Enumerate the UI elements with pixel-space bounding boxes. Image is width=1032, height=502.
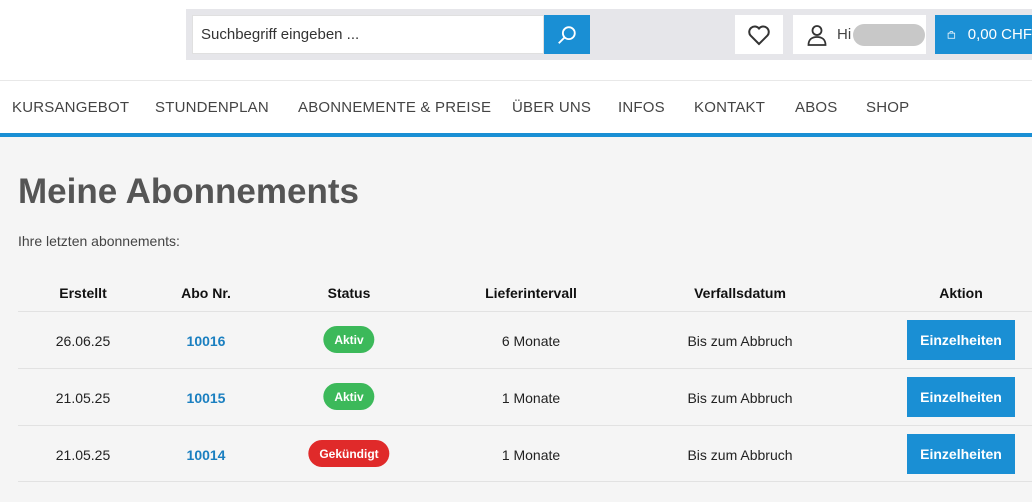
cell-expiry: Bis zum Abbruch <box>687 390 793 406</box>
column-header-lieferintervall: Lieferintervall <box>485 285 577 301</box>
abo-number-link[interactable]: 10014 <box>187 447 226 463</box>
site-header: Hi 0,00 CHF <box>0 0 1032 80</box>
search-button[interactable] <box>544 15 590 54</box>
cell-expiry: Bis zum Abbruch <box>687 447 793 463</box>
account-button[interactable]: Hi <box>793 15 926 54</box>
status-badge: Gekündigt <box>308 440 390 467</box>
cell-interval: 1 Monate <box>501 447 561 463</box>
cart-button[interactable]: 0,00 CHF <box>935 15 1032 54</box>
table-row: 21.05.25 10014 Gekündigt 1 Monate Bis zu… <box>18 425 1032 482</box>
table-row: 21.05.25 10015 Aktiv 1 Monate Bis zum Ab… <box>18 368 1032 425</box>
page-subtitle: Ihre letzten abonnements: <box>18 233 180 249</box>
nav-item-abonnemente-preise[interactable]: ABONNEMENTE & PREISE <box>298 99 491 116</box>
column-header-status: Status <box>327 285 371 301</box>
details-button[interactable]: Einzelheiten <box>907 377 1015 417</box>
nav-item-kontakt[interactable]: KONTAKT <box>694 99 765 116</box>
table-row: 26.06.25 10016 Aktiv 6 Monate Bis zum Ab… <box>18 311 1032 368</box>
nav-item-stundenplan[interactable]: STUNDENPLAN <box>155 99 269 116</box>
nav-accent-bar <box>0 133 1032 137</box>
cell-created: 26.06.25 <box>55 333 111 349</box>
abo-number-link[interactable]: 10016 <box>187 333 226 349</box>
nav-item-ueber-uns[interactable]: ÜBER UNS <box>512 99 591 116</box>
column-header-aktion: Aktion <box>939 285 983 301</box>
cell-interval: 6 Monate <box>501 333 561 349</box>
column-header-verfallsdatum: Verfallsdatum <box>694 285 786 301</box>
wishlist-button[interactable] <box>735 15 783 54</box>
account-greeting: Hi <box>837 26 852 43</box>
column-header-erstellt: Erstellt <box>59 285 107 301</box>
nav-item-abos[interactable]: ABOS <box>795 99 837 116</box>
search-box[interactable] <box>192 15 544 54</box>
details-button[interactable]: Einzelheiten <box>907 320 1015 360</box>
cell-created: 21.05.25 <box>55 447 111 463</box>
redacted-username <box>853 23 926 46</box>
status-badge: Aktiv <box>323 383 375 410</box>
column-header-abo-nr: Abo Nr. <box>181 285 231 301</box>
nav-item-shop[interactable]: SHOP <box>866 99 909 116</box>
nav-item-kursangebot[interactable]: KURSANGEBOT <box>12 99 129 116</box>
main-navigation: KURSANGEBOT STUNDENPLAN ABONNEMENTE & PR… <box>0 80 1032 133</box>
nav-item-infos[interactable]: INFOS <box>618 99 665 116</box>
user-icon <box>807 24 827 46</box>
cell-created: 21.05.25 <box>55 390 111 406</box>
cell-expiry: Bis zum Abbruch <box>687 333 793 349</box>
abo-number-link[interactable]: 10015 <box>187 390 226 406</box>
details-button[interactable]: Einzelheiten <box>907 434 1015 474</box>
cell-interval: 1 Monate <box>501 390 561 406</box>
status-badge: Aktiv <box>323 326 375 353</box>
search-icon <box>558 25 576 44</box>
cart-bag-icon <box>947 30 956 39</box>
search-input[interactable] <box>193 16 543 53</box>
heart-icon <box>748 25 770 45</box>
page-title: Meine Abonnements <box>18 172 359 211</box>
cart-total: 0,00 CHF <box>967 26 1032 43</box>
